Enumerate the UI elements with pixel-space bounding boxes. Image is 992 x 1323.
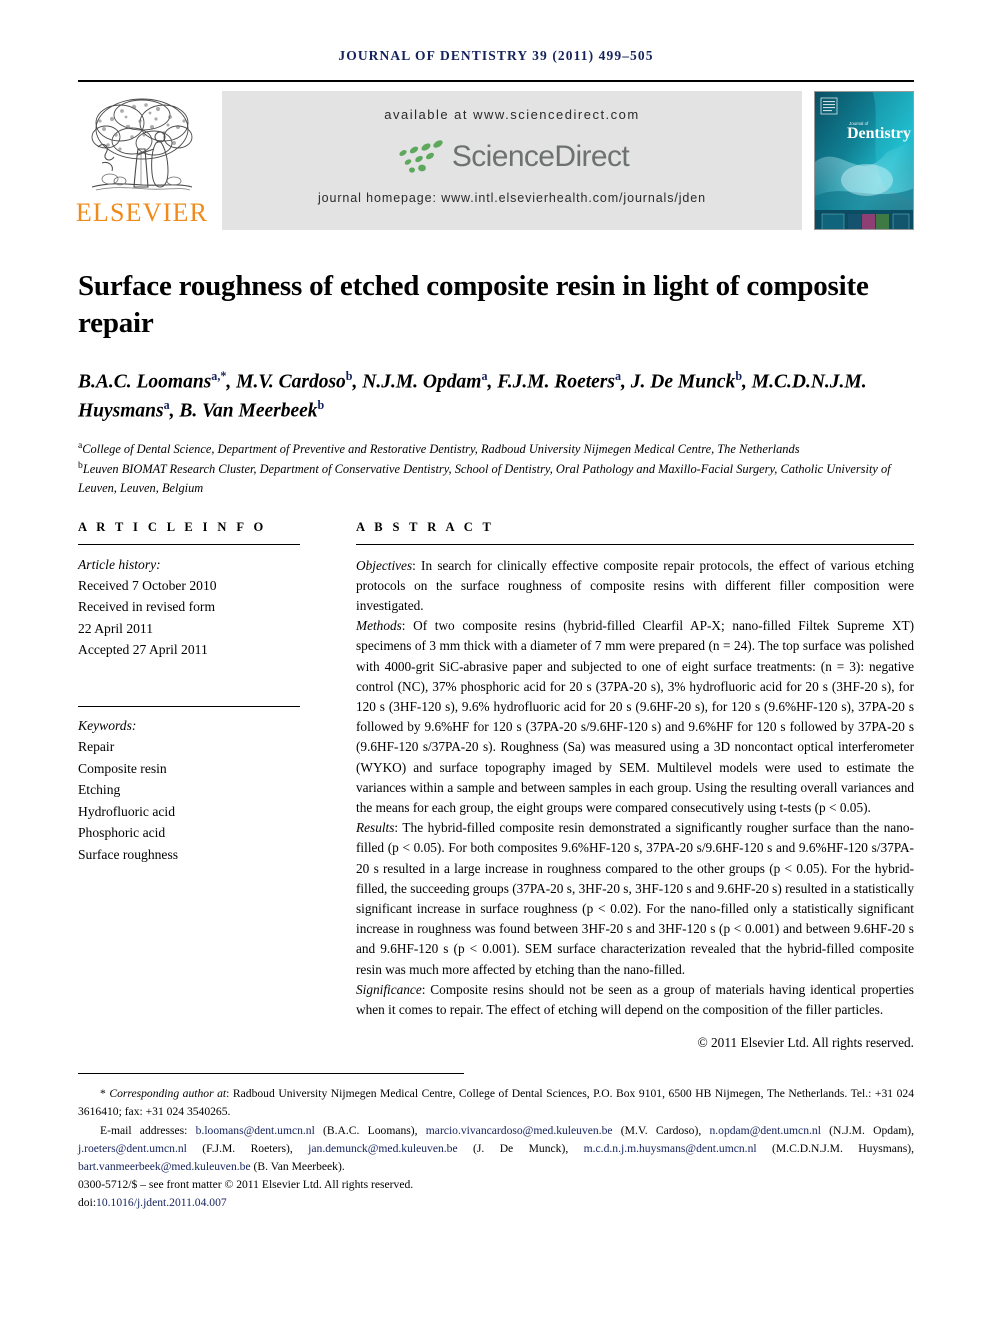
email-link[interactable]: b.loomans@dent.umcn.nl — [196, 1124, 315, 1137]
masthead: ELSEVIER available at www.sciencedirect.… — [75, 80, 914, 230]
available-at-text: available at www.sciencedirect.com — [384, 107, 640, 122]
doi-link[interactable]: 10.1016/j.jdent.2011.04.007 — [96, 1196, 227, 1209]
keyword-item: Hydrofluoric acid — [78, 803, 176, 819]
keywords-label: Keywords: — [78, 717, 137, 733]
abstract-methods: Methods: Of two composite resins (hybrid… — [356, 616, 914, 818]
page-title: Surface roughness of etched composite re… — [78, 270, 869, 340]
history-line: Accepted 27 April 2011 — [78, 642, 208, 658]
email-owner: (B. Van Meerbeek). — [253, 1159, 345, 1173]
email-owner: (M.V. Cardoso), — [620, 1123, 702, 1137]
email-link[interactable]: n.opdam@dent.umcn.nl — [709, 1124, 820, 1137]
email-owner: (M.C.D.N.J.M. Huysmans), — [772, 1141, 914, 1155]
article-info-heading: A R T I C L E I N F O — [78, 519, 267, 534]
journal-cover-thumbnail[interactable]: Journal of Dentistry — [814, 91, 914, 230]
abstract-body: Objectives: In search for clinically eff… — [356, 545, 914, 1054]
history-line: Received in revised form — [78, 599, 216, 615]
article-info-column: A R T I C L E I N F O Article history: R… — [78, 520, 300, 866]
footer-notes: * Corresponding author at: Radboud Unive… — [78, 1085, 914, 1212]
elsevier-tree-icon — [86, 91, 198, 199]
sciencedirect-wordmark: ScienceDirect — [451, 140, 630, 173]
abstract-column: A B S T R A C T Objectives: In search fo… — [356, 520, 914, 1054]
keyword-item: Composite resin — [78, 760, 167, 776]
email-link[interactable]: m.c.d.n.j.m.huysmans@dent.umcn.nl — [584, 1142, 757, 1155]
sciencedirect-logo[interactable]: ScienceDirect — [395, 139, 630, 175]
abstract-objectives: Objectives: In search for clinically eff… — [356, 556, 914, 617]
article-history: Article history: Received 7 October 2010… — [78, 545, 300, 661]
corresponding-label: Corresponding author at — [109, 1087, 227, 1101]
journal-homepage-text: journal homepage: www.intl.elsevierhealt… — [317, 191, 706, 205]
keyword-item: Phosphoric acid — [78, 825, 166, 841]
methods-label: Methods — [356, 618, 402, 634]
keywords-block: Keywords: Repair Composite resin Etching… — [78, 707, 300, 865]
email-link[interactable]: j.roeters@dent.umcn.nl — [78, 1142, 187, 1155]
significance-label: Significance — [356, 981, 422, 997]
elsevier-wordmark: ELSEVIER — [75, 198, 209, 227]
affiliation-a: aCollege of Dental Science, Department o… — [78, 439, 800, 456]
objectives-text: : In search for clinically effective com… — [356, 557, 914, 613]
email-owner: (N.J.M. Opdam), — [829, 1123, 914, 1137]
email-owner: (J. De Munck), — [473, 1141, 569, 1155]
significance-text: : Composite resins should not be seen as… — [356, 981, 914, 1017]
email-link[interactable]: jan.demunck@med.kuleuven.be — [308, 1142, 457, 1155]
footer-rule — [78, 1073, 464, 1075]
results-label: Results — [356, 820, 395, 836]
sciencedirect-swoosh-icon — [395, 139, 447, 175]
affiliations: aCollege of Dental Science, Department o… — [78, 439, 914, 498]
email-addresses-note: E-mail addresses: b.loomans@dent.umcn.nl… — [78, 1122, 914, 1176]
abstract-significance: Significance: Composite resins should no… — [356, 980, 914, 1020]
keyword-item: Etching — [78, 782, 121, 798]
abstract-results: Results: The hybrid-filled composite res… — [356, 818, 914, 980]
email-owner: (F.J.M. Roeters), — [202, 1141, 293, 1155]
history-line: 22 April 2011 — [78, 620, 154, 636]
abstract-heading: A B S T R A C T — [356, 519, 495, 534]
results-text: : The hybrid-filled composite resin demo… — [356, 820, 914, 977]
methods-text: : Of two composite resins (hybrid-filled… — [356, 618, 914, 815]
elsevier-logo: ELSEVIER — [75, 91, 209, 230]
doi-line: doi:10.1016/j.jdent.2011.04.007 — [78, 1194, 914, 1212]
objectives-label: Objectives — [356, 557, 413, 573]
article-page: JOURNAL OF DENTISTRY 39 (2011) 499–505 E… — [0, 0, 992, 1323]
email-link[interactable]: marcio.vivancardoso@med.kuleuven.be — [426, 1124, 613, 1137]
history-line: Received 7 October 2010 — [78, 578, 217, 593]
doi-label: doi: — [78, 1195, 97, 1209]
article-history-label: Article history: — [78, 556, 161, 572]
sciencedirect-banner: available at www.sciencedirect.com Scien… — [222, 91, 802, 230]
affiliation-b: bLeuven BIOMAT Research Cluster, Departm… — [78, 459, 891, 495]
svg-text:Dentistry: Dentistry — [847, 125, 911, 142]
keyword-item: Repair — [78, 739, 115, 755]
info-abstract-columns: A R T I C L E I N F O Article history: R… — [78, 520, 914, 1054]
issn-line: 0300-5712/$ – see front matter © 2011 El… — [78, 1177, 414, 1191]
corresponding-author-note: * Corresponding author at: Radboud Unive… — [78, 1085, 914, 1121]
abstract-copyright: © 2011 Elsevier Ltd. All rights reserved… — [697, 1035, 914, 1051]
email-label: E-mail addresses: — [100, 1123, 188, 1137]
email-link[interactable]: bart.vanmeerbeek@med.kuleuven.be — [78, 1160, 251, 1173]
email-owner: (B.A.C. Loomans), — [323, 1123, 418, 1137]
keyword-item: Surface roughness — [78, 846, 179, 862]
author-list: B.A.C. Loomansa,*, M.V. Cardosob, N.J.M.… — [78, 369, 867, 422]
running-head: JOURNAL OF DENTISTRY 39 (2011) 499–505 — [338, 48, 654, 63]
corresponding-marker: * — [100, 1087, 106, 1101]
